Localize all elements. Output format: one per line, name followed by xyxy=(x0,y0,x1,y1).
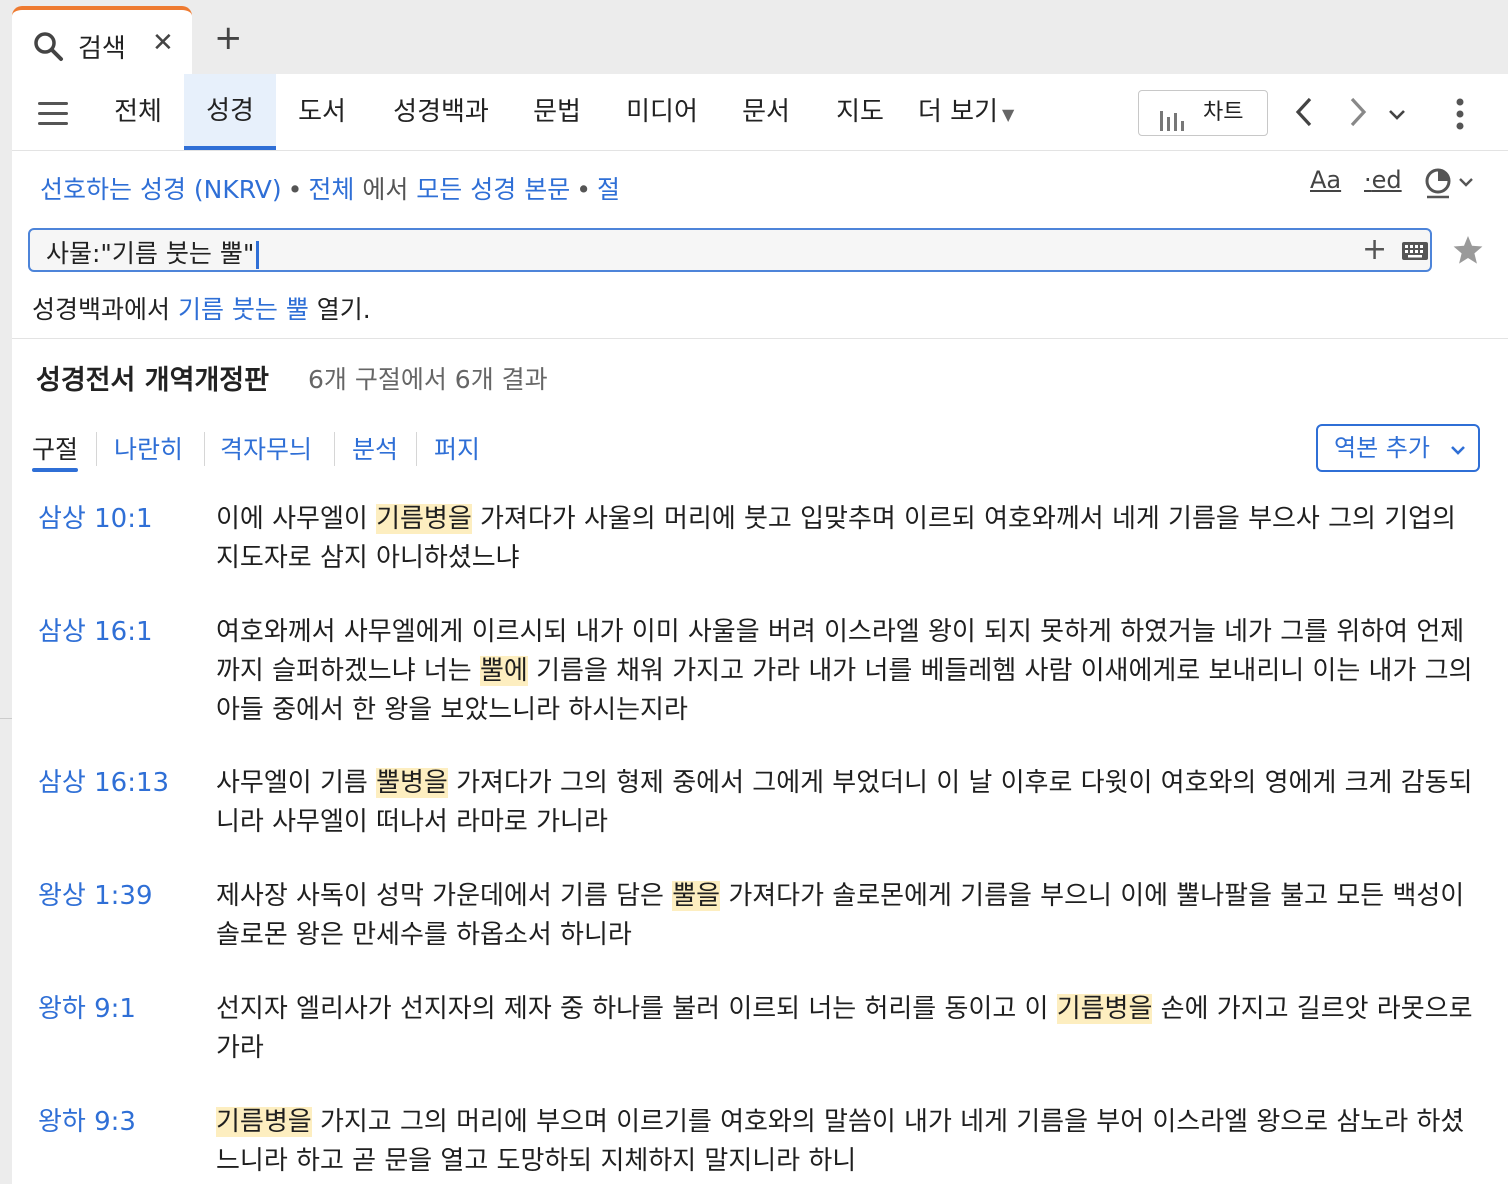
view-tab-verses[interactable]: 구절 xyxy=(32,430,79,472)
tab-separator xyxy=(96,432,97,466)
favorite-star-icon[interactable] xyxy=(1452,234,1484,270)
bar-chart-icon xyxy=(1159,103,1189,147)
search-scope: 선호하는 성경 (NKRV) • 전체 에서 모든 성경 본문 • 절 xyxy=(40,170,620,206)
search-hit-highlight[interactable]: 뿔병을 xyxy=(376,768,448,798)
nav-tab-maps[interactable]: 지도 xyxy=(820,74,900,150)
nav-tab-bible[interactable]: 성경 xyxy=(184,74,276,150)
verse-reference-link[interactable]: 삼상 16:13 xyxy=(38,764,169,803)
verse-reference-link[interactable]: 삼상 10:1 xyxy=(38,500,153,539)
search-input[interactable]: 사물:"기름 붓는 뿔" + xyxy=(28,228,1432,272)
verse-text: 제사장 사독이 성막 가운데에서 기름 담은 뿔을 가져다가 솔로몬에게 기름을… xyxy=(216,877,1484,955)
view-tab-fuzzy[interactable]: 퍼지 xyxy=(434,430,480,466)
verse-text: 이에 사무엘이 기름병을 가져다가 사울의 머리에 붓고 입맞추며 이르되 여호… xyxy=(216,500,1484,578)
verse-reference-link[interactable]: 왕상 1:39 xyxy=(38,877,153,916)
verse-text: 선지자 엘리사가 선지자의 제자 중 하나를 불러 이르되 너는 허리를 동이고… xyxy=(216,990,1484,1068)
add-term-icon[interactable]: + xyxy=(1362,232,1387,268)
verse-text-segment: 제사장 사독이 성막 가운데에서 기름 담은 xyxy=(216,881,673,911)
view-tab-parallel[interactable]: 나란히 xyxy=(114,430,183,466)
verse-text-segment: 이에 사무엘이 xyxy=(216,504,377,534)
view-tab-analysis[interactable]: 분석 xyxy=(352,430,398,466)
verse-reference-link[interactable]: 삼상 16:1 xyxy=(38,613,153,652)
search-query-text: 사물:"기름 붓는 뿔" xyxy=(46,239,255,268)
nav-tab-grammar[interactable]: 문법 xyxy=(518,74,596,150)
keyboard-icon[interactable] xyxy=(1402,242,1428,264)
bible-selector[interactable]: 선호하는 성경 (NKRV) xyxy=(40,175,282,204)
divider xyxy=(12,338,1508,339)
nav-more-label: 더 보기 xyxy=(918,97,999,127)
nav-tab-encyclopedia[interactable]: 성경백과 xyxy=(378,74,504,150)
target-selector[interactable]: 모든 성경 본문 xyxy=(416,175,570,204)
results-title: 성경전서 개역개정판 xyxy=(36,365,269,396)
chevron-down-icon: ▼ xyxy=(1002,105,1015,124)
add-version-button[interactable]: 역본 추가 xyxy=(1316,424,1480,472)
scope-in-label: 에서 xyxy=(362,175,409,204)
new-tab-button[interactable]: + xyxy=(214,20,243,56)
nav-tab-media[interactable]: 미디어 xyxy=(612,74,712,150)
open-in-encyclopedia: 성경백과에서 기름 붓는 뿔 열기. xyxy=(32,290,371,326)
separator-dot: • xyxy=(576,175,591,204)
more-options-icon[interactable] xyxy=(1456,98,1464,134)
view-tab-grid[interactable]: 격자무늬 xyxy=(220,430,312,466)
tab-strip: 검색 ✕ + xyxy=(0,0,1508,78)
search-tab[interactable]: 검색 ✕ xyxy=(12,6,192,78)
spelling-variants-icon[interactable]: ·ed xyxy=(1364,166,1402,194)
verse-text: 사무엘이 기름 뿔병을 가져다가 그의 형제 중에서 그에게 부었더니 이 날 … xyxy=(216,764,1484,842)
verse-reference-link[interactable]: 왕하 9:3 xyxy=(38,1103,136,1142)
search-hit-highlight[interactable]: 기름병을 xyxy=(216,1107,312,1137)
nav-more-dropdown[interactable]: 더 보기 ▼ xyxy=(918,74,1024,150)
range-selector[interactable]: 전체 xyxy=(308,175,354,204)
search-panel: 전체 성경 도서 성경백과 문법 미디어 문서 지도 더 보기 ▼ 차트 선호하… xyxy=(12,74,1508,1184)
add-version-label: 역본 추가 xyxy=(1334,434,1430,462)
verse-text: 기름병을 가지고 그의 머리에 부으며 이르기를 여호와의 말씀이 내가 네게 … xyxy=(216,1103,1484,1181)
unit-selector[interactable]: 절 xyxy=(597,175,620,204)
open-suffix: 열기. xyxy=(308,295,371,324)
search-hit-highlight[interactable]: 뿔을 xyxy=(672,881,721,911)
tab-separator xyxy=(204,432,205,466)
menu-icon[interactable] xyxy=(38,102,68,125)
encyclopedia-link[interactable]: 기름 붓는 뿔 xyxy=(178,295,309,324)
nav-tab-books[interactable]: 도서 xyxy=(282,74,362,150)
search-hit-highlight[interactable]: 기름병을 xyxy=(376,504,472,534)
tab-label: 검색 xyxy=(78,34,126,64)
verse-text-segment: 선지자 엘리사가 선지자의 제자 중 하나를 불러 이르되 너는 허리를 동이고… xyxy=(216,994,1057,1024)
search-icon xyxy=(32,30,64,66)
back-icon[interactable] xyxy=(1294,96,1314,132)
category-nav: 전체 성경 도서 성경백과 문법 미디어 문서 지도 더 보기 ▼ 차트 xyxy=(12,74,1508,151)
chart-button[interactable]: 차트 xyxy=(1138,90,1268,136)
tab-separator xyxy=(334,432,335,466)
nav-tab-documents[interactable]: 문서 xyxy=(726,74,806,150)
visual-filter-icon[interactable] xyxy=(1424,166,1476,206)
nav-tab-all[interactable]: 전체 xyxy=(98,74,178,150)
chevron-down-icon xyxy=(1450,426,1466,470)
history-dropdown-icon[interactable] xyxy=(1388,106,1406,125)
results-count: 6개 구절에서 6개 결과 xyxy=(308,365,548,394)
verse-reference-link[interactable]: 왕하 9:1 xyxy=(38,990,136,1029)
spelling-variants-label: ed xyxy=(1371,166,1402,194)
search-hit-highlight[interactable]: 뿔에 xyxy=(480,656,528,686)
chart-button-label: 차트 xyxy=(1203,100,1244,125)
separator-dot: • xyxy=(287,175,303,204)
search-hit-highlight[interactable]: 기름병을 xyxy=(1056,994,1153,1024)
open-prefix: 성경백과에서 xyxy=(32,295,178,324)
verse-text-segment: 사무엘이 기름 xyxy=(216,768,377,798)
verse-text: 여호와께서 사무엘에게 이르시되 내가 이미 사울을 버려 이스라엘 왕이 되지… xyxy=(216,613,1484,730)
divider xyxy=(0,718,12,719)
font-settings-icon[interactable]: Aa xyxy=(1310,166,1341,194)
tab-separator xyxy=(416,432,417,466)
verse-text-segment: 가지고 그의 머리에 부으며 이르기를 여호와의 말씀이 내가 네게 기름을 부… xyxy=(216,1107,1465,1176)
text-cursor xyxy=(256,241,260,269)
close-tab-icon[interactable]: ✕ xyxy=(152,28,174,58)
forward-icon[interactable] xyxy=(1348,96,1368,132)
